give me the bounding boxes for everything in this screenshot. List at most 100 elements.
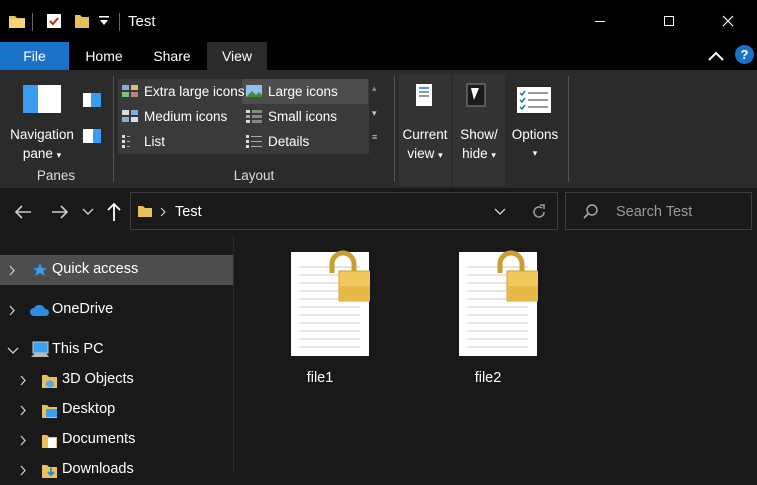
separator bbox=[113, 76, 114, 182]
separator bbox=[32, 13, 33, 31]
layout-item-label: Medium icons bbox=[144, 108, 228, 124]
current-view-label-2: view bbox=[407, 146, 435, 161]
collapse-ribbon-icon[interactable] bbox=[707, 50, 725, 62]
nav-item-this-pc[interactable]: This PC bbox=[0, 335, 233, 365]
minimize-button[interactable] bbox=[577, 0, 623, 42]
expand-chevron-icon[interactable] bbox=[9, 305, 16, 316]
preview-pane-icon[interactable] bbox=[82, 92, 102, 108]
layout-item-label: Small icons bbox=[268, 108, 338, 124]
search-input[interactable]: Search Test bbox=[616, 204, 692, 220]
show-hide-icon bbox=[466, 83, 486, 107]
search-icon bbox=[583, 204, 598, 219]
documents-icon bbox=[42, 435, 57, 448]
layout-small-icons[interactable]: Small icons bbox=[246, 104, 337, 128]
file-item[interactable]: file1 bbox=[260, 247, 380, 386]
medium-icons-icon bbox=[122, 110, 138, 122]
show-hide-button[interactable]: Show/ hide ▾ bbox=[453, 74, 505, 186]
collapse-chevron-icon[interactable] bbox=[7, 347, 19, 354]
navigation-pane-label: Navigation bbox=[10, 127, 74, 142]
maximize-icon bbox=[664, 16, 674, 26]
ribbon: Navigation pane ▾ Panes Extra large icon… bbox=[0, 70, 757, 188]
tab-home[interactable]: Home bbox=[74, 42, 134, 70]
expand-chevron-icon[interactable] bbox=[20, 435, 27, 446]
desktop-icon bbox=[42, 405, 57, 418]
back-icon[interactable] bbox=[13, 205, 33, 219]
dropdown-arrow-icon: ▾ bbox=[532, 148, 538, 158]
options-icon bbox=[517, 87, 551, 113]
expand-chevron-icon[interactable] bbox=[9, 265, 16, 276]
nav-item-label: Documents bbox=[62, 431, 136, 447]
layout-gallery: Extra large icons Large icons Medium ico… bbox=[118, 79, 369, 154]
maximize-button[interactable] bbox=[646, 0, 692, 42]
large-icons-icon bbox=[246, 85, 262, 97]
computer-icon bbox=[31, 341, 49, 357]
cloud-icon bbox=[30, 304, 50, 316]
file-name: file1 bbox=[306, 370, 334, 386]
search-box[interactable]: Search Test bbox=[565, 192, 752, 230]
panes-group-label: Panes bbox=[36, 168, 76, 183]
layout-medium-icons[interactable]: Medium icons bbox=[122, 104, 227, 128]
gallery-down-icon[interactable]: ▾ bbox=[372, 108, 377, 119]
window-title: Test bbox=[128, 13, 156, 30]
locked-document-icon bbox=[459, 250, 548, 356]
nav-item-label: 3D Objects bbox=[62, 371, 134, 387]
nav-item-quick-access[interactable]: Quick access bbox=[0, 255, 233, 285]
properties-icon[interactable] bbox=[46, 13, 62, 29]
refresh-icon[interactable] bbox=[530, 203, 548, 221]
folder-icon bbox=[138, 206, 152, 217]
separator bbox=[568, 76, 569, 182]
gallery-expand-icon[interactable]: ≡ bbox=[372, 132, 377, 142]
close-icon bbox=[722, 15, 734, 27]
expand-chevron-icon[interactable] bbox=[20, 405, 27, 416]
dropdown-arrow-icon: ▾ bbox=[491, 150, 496, 160]
options-button[interactable]: Options ▾ bbox=[507, 74, 563, 186]
ribbon-tabs: File Home Share View ? bbox=[0, 42, 757, 70]
expand-chevron-icon[interactable] bbox=[20, 465, 27, 476]
show-hide-label: Show/ bbox=[460, 127, 498, 142]
separator bbox=[394, 76, 395, 182]
current-view-button[interactable]: Current view ▾ bbox=[399, 74, 451, 186]
tab-view[interactable]: View bbox=[207, 42, 267, 70]
layout-extra-large-icons[interactable]: Extra large icons bbox=[122, 79, 245, 103]
nav-item-label: Quick access bbox=[52, 261, 139, 277]
small-icons-icon bbox=[246, 110, 262, 123]
layout-item-label: Large icons bbox=[268, 83, 338, 99]
tab-share[interactable]: Share bbox=[142, 42, 202, 70]
tab-file[interactable]: File bbox=[0, 42, 69, 70]
extra-large-icons-icon bbox=[122, 85, 138, 97]
file-item[interactable]: file2 bbox=[428, 247, 548, 386]
nav-item-desktop[interactable]: Desktop bbox=[0, 395, 233, 425]
layout-group-label: Layout bbox=[233, 168, 275, 183]
nav-item-documents[interactable]: Documents bbox=[0, 425, 233, 455]
nav-item-label: This PC bbox=[52, 341, 104, 357]
layout-item-label: List bbox=[144, 133, 166, 149]
forward-icon[interactable] bbox=[50, 205, 70, 219]
recent-locations-icon[interactable] bbox=[82, 208, 94, 216]
layout-details[interactable]: Details bbox=[246, 129, 309, 153]
navigation-pane: Quick access OneDrive This PC 3D Objects… bbox=[0, 235, 233, 478]
nav-item-3d-objects[interactable]: 3D Objects bbox=[0, 365, 233, 395]
expand-chevron-icon[interactable] bbox=[20, 375, 27, 386]
nav-item-label: Downloads bbox=[62, 461, 134, 477]
layout-list[interactable]: List bbox=[122, 129, 165, 153]
nav-item-onedrive[interactable]: OneDrive bbox=[0, 295, 233, 325]
help-icon[interactable]: ? bbox=[735, 45, 754, 64]
nav-item-downloads[interactable]: Downloads bbox=[0, 455, 233, 485]
gallery-up-icon[interactable]: ▴ bbox=[372, 83, 377, 94]
folder-icon bbox=[9, 16, 25, 28]
layout-large-icons[interactable]: Large icons bbox=[246, 79, 338, 103]
address-dropdown-icon[interactable] bbox=[494, 208, 506, 216]
customize-quick-access-icon[interactable] bbox=[98, 16, 110, 26]
navigation-pane-button[interactable]: Navigation pane ▾ bbox=[0, 125, 84, 165]
title-bar: Test bbox=[0, 0, 757, 42]
details-pane-icon[interactable] bbox=[82, 128, 102, 144]
close-button[interactable] bbox=[705, 0, 751, 42]
downloads-icon bbox=[42, 465, 57, 478]
new-folder-icon[interactable] bbox=[74, 12, 90, 30]
current-view-label: Current bbox=[402, 127, 448, 142]
address-bar[interactable]: Test bbox=[130, 192, 558, 230]
up-icon[interactable] bbox=[106, 202, 122, 222]
breadcrumb-path[interactable]: Test bbox=[175, 204, 202, 220]
3d-objects-icon bbox=[42, 375, 57, 388]
options-label: Options bbox=[511, 127, 559, 142]
